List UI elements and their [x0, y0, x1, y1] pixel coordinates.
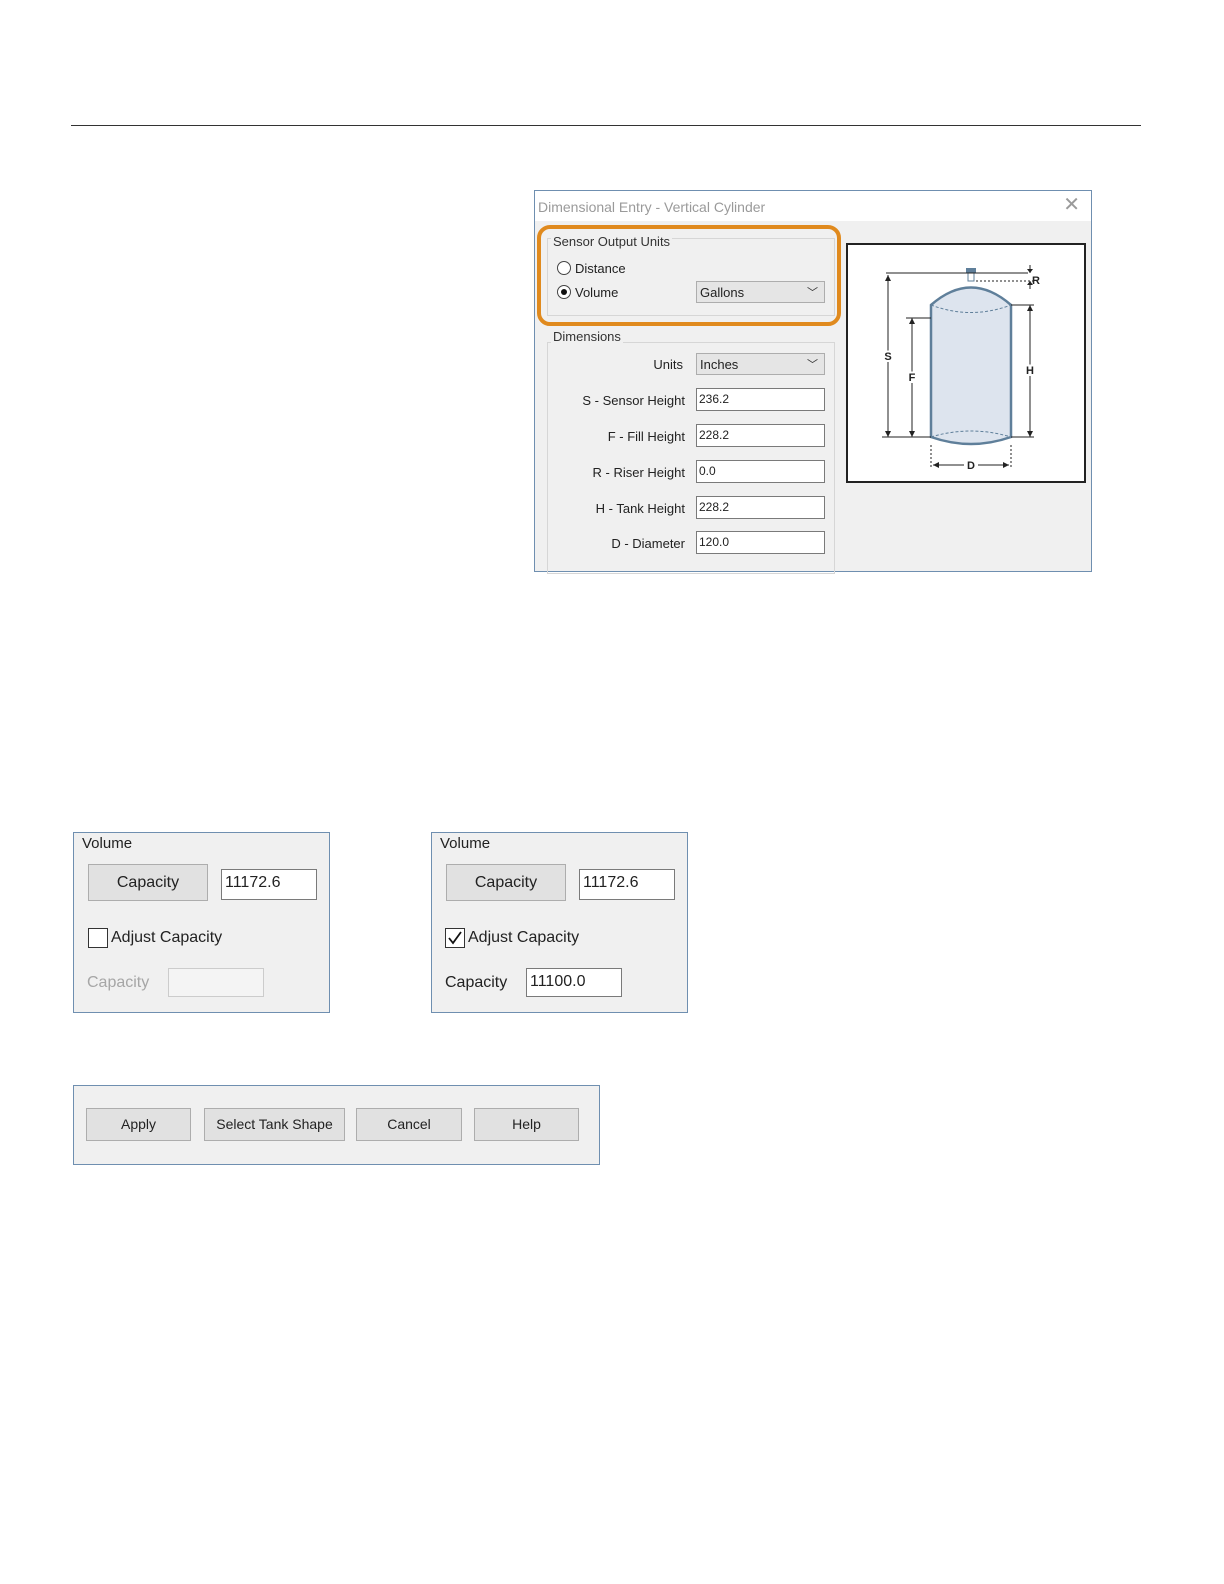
dimension-units-value: Inches [700, 357, 739, 372]
adjust-capacity-checkbox[interactable] [88, 928, 108, 948]
tank-height-label: H - Tank Height [595, 501, 685, 516]
diagram-label-s: S [884, 351, 891, 363]
diameter-input[interactable]: 120.0 [696, 531, 825, 554]
capacity-value-field: 11172.6 [221, 869, 317, 900]
close-icon[interactable]: ✕ [1063, 194, 1080, 216]
diameter-label: D - Diameter [611, 536, 685, 551]
fill-height-input[interactable]: 228.2 [696, 424, 825, 447]
diagram-label-r: R [1032, 275, 1040, 287]
capacity-button[interactable]: Capacity [88, 864, 208, 901]
riser-height-input[interactable]: 0.0 [696, 460, 825, 483]
dimensional-entry-dialog: Dimensional Entry - Vertical Cylinder ✕ … [534, 190, 1092, 574]
adjust-capacity-checkbox[interactable] [445, 928, 465, 948]
dialog-titlebar: Dimensional Entry - Vertical Cylinder ✕ [535, 191, 1091, 221]
sensor-height-label: S - Sensor Height [582, 393, 685, 408]
select-tank-shape-button[interactable]: Select Tank Shape [204, 1108, 345, 1141]
tank-diagram: S F H R D [846, 243, 1086, 483]
adjusted-capacity-input [168, 968, 264, 997]
dimension-units-select[interactable]: Inches ﹀ [696, 353, 825, 375]
dialog-title: Dimensional Entry - Vertical Cylinder [538, 199, 766, 215]
dialog-button-bar: Apply Select Tank Shape Cancel Help [73, 1085, 600, 1165]
capacity-button[interactable]: Capacity [446, 864, 566, 901]
riser-height-label: R - Riser Height [592, 465, 685, 480]
adjusted-capacity-input[interactable]: 11100.0 [526, 968, 622, 997]
adjusted-capacity-label: Capacity [87, 974, 150, 991]
checkmark-icon [448, 931, 462, 945]
adjust-capacity-label[interactable]: Adjust Capacity [111, 929, 222, 947]
header-rule [71, 125, 1141, 126]
volume-panel-checked: Volume Capacity 11172.6 Adjust Capacity … [431, 832, 688, 1013]
capacity-value-field: 11172.6 [579, 869, 675, 900]
sensor-output-highlight [537, 225, 841, 326]
diagram-label-h: H [1026, 365, 1034, 377]
help-button[interactable]: Help [474, 1108, 579, 1141]
fill-height-label: F - Fill Height [607, 429, 685, 444]
adjust-capacity-label[interactable]: Adjust Capacity [468, 929, 579, 947]
diagram-label-d: D [967, 460, 975, 472]
tank-height-input[interactable]: 228.2 [696, 496, 825, 519]
dimensions-label: Dimensions [551, 329, 623, 344]
diagram-label-f: F [909, 372, 916, 384]
volume-panel-title: Volume [82, 835, 133, 852]
volume-panel-title: Volume [440, 835, 491, 852]
apply-button[interactable]: Apply [86, 1108, 191, 1141]
chevron-down-icon: ﹀ [807, 359, 818, 371]
cancel-button[interactable]: Cancel [356, 1108, 462, 1141]
units-label: Units [653, 357, 683, 372]
volume-panel-unchecked: Volume Capacity 11172.6 Adjust Capacity … [73, 832, 330, 1013]
adjusted-capacity-label: Capacity [445, 974, 508, 991]
sensor-height-input[interactable]: 236.2 [696, 388, 825, 411]
vertical-cylinder-illustration: S F H R D [882, 265, 1040, 472]
